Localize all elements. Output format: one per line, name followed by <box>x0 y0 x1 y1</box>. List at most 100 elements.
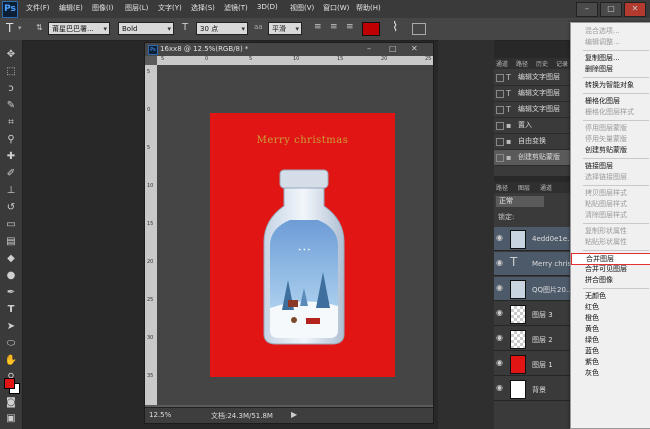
eraser-tool-icon[interactable]: ▭ <box>4 218 18 232</box>
context-menu-item[interactable]: 灰色 <box>571 368 650 379</box>
shape-tool-icon[interactable]: ⬭ <box>4 337 18 351</box>
history-checkbox-icon[interactable] <box>496 138 504 146</box>
visibility-eye-icon[interactable]: ◉ <box>496 233 503 242</box>
doc-maximize-icon[interactable]: □ <box>389 44 397 53</box>
context-menu-item[interactable]: 无颜色 <box>571 291 650 302</box>
context-menu-item[interactable]: 绿色 <box>571 335 650 346</box>
history-item[interactable]: ▪ 置入 <box>494 118 576 134</box>
document-tab[interactable]: Ps 16xx8 @ 12.5%(RGB/8) * – □ ✕ <box>145 43 433 56</box>
hand-tool-icon[interactable]: ✋ <box>4 354 18 368</box>
blur-tool-icon[interactable]: ◆ <box>4 252 18 266</box>
character-panel-icon[interactable] <box>412 23 426 35</box>
layers-tab-1[interactable]: 图层 <box>518 183 530 192</box>
menu-item-7[interactable]: 3D(D) <box>257 3 278 11</box>
menu-item-10[interactable]: 帮助(H) <box>356 3 381 13</box>
layers-tab-2[interactable]: 通道 <box>540 183 552 192</box>
history-item[interactable]: T 编辑文字图层 <box>494 70 576 86</box>
visibility-eye-icon[interactable]: ◉ <box>496 383 503 392</box>
visibility-eye-icon[interactable]: ◉ <box>496 283 503 292</box>
context-menu-item[interactable]: 复制图层... <box>571 53 650 64</box>
context-menu-item[interactable]: 红色 <box>571 302 650 313</box>
history-tab-0[interactable]: 通道 <box>496 59 508 68</box>
maximize-icon[interactable]: □ <box>600 2 622 17</box>
quick-mask-icon[interactable]: ◙ <box>4 396 18 410</box>
history-tab-3[interactable]: 记录 <box>556 59 568 68</box>
context-menu-item[interactable]: 蓝色 <box>571 346 650 357</box>
menu-item-0[interactable]: 文件(F) <box>26 3 50 13</box>
stamp-tool-icon[interactable]: ⊥ <box>4 184 18 198</box>
history-checkbox-icon[interactable] <box>496 74 504 82</box>
layer-row[interactable]: ◉ T Merry christ... <box>494 252 576 276</box>
warp-text-icon[interactable]: ⌇ <box>392 20 398 35</box>
history-checkbox-icon[interactable] <box>496 154 504 162</box>
gradient-tool-icon[interactable]: ▤ <box>4 235 18 249</box>
history-checkbox-icon[interactable] <box>496 122 504 130</box>
layer-row[interactable]: ◉ 4edd0e1e... <box>494 227 576 251</box>
menu-item-2[interactable]: 图像(I) <box>92 3 114 13</box>
minimize-icon[interactable]: – <box>576 2 598 17</box>
path-select-tool-icon[interactable]: ➤ <box>4 320 18 334</box>
menu-item-3[interactable]: 图层(L) <box>125 3 148 13</box>
visibility-eye-icon[interactable]: ◉ <box>496 308 503 317</box>
antialias-select[interactable]: 平滑 <box>268 22 302 36</box>
history-brush-icon[interactable]: ↺ <box>4 201 18 215</box>
doc-close-icon[interactable]: ✕ <box>411 44 418 53</box>
zoom-level[interactable]: 12.5% <box>149 411 171 419</box>
context-menu-item[interactable]: 黄色 <box>571 324 650 335</box>
blend-mode-select[interactable]: 正常 <box>496 196 544 207</box>
history-item[interactable]: T 编辑文字图层 <box>494 102 576 118</box>
canvas-area[interactable]: Merry christmas ✦ ✦ ✦ <box>157 65 433 405</box>
menu-item-1[interactable]: 编辑(E) <box>59 3 83 13</box>
font-style-select[interactable]: Bold <box>118 22 174 36</box>
quick-select-tool-icon[interactable]: ✎ <box>4 99 18 113</box>
context-menu-item[interactable]: 橙色 <box>571 313 650 324</box>
context-menu-item[interactable]: 链接图层 <box>571 161 650 172</box>
marquee-tool-icon[interactable]: ⬚ <box>4 65 18 79</box>
history-tab-2[interactable]: 历史 <box>536 59 548 68</box>
menu-item-5[interactable]: 选择(S) <box>191 3 215 13</box>
type-tool-icon[interactable]: T <box>6 21 13 35</box>
context-menu-item[interactable]: 拼合图像 <box>571 275 650 286</box>
context-menu-item[interactable]: 栅格化图层 <box>571 96 650 107</box>
text-orientation-icon[interactable]: ⇅ <box>36 23 43 32</box>
layer-row[interactable]: ◉ QQ图片20... <box>494 277 576 301</box>
menu-item-4[interactable]: 文字(Y) <box>158 3 182 13</box>
menu-item-8[interactable]: 视图(V) <box>290 3 314 13</box>
align-left-icon[interactable]: ≡ <box>314 22 322 32</box>
visibility-eye-icon[interactable]: ◉ <box>496 333 503 342</box>
layers-tab-0[interactable]: 路径 <box>496 183 508 192</box>
layer-row[interactable]: ◉ 图层 1 <box>494 352 576 376</box>
close-icon[interactable]: ✕ <box>624 2 646 17</box>
healing-tool-icon[interactable]: ✚ <box>4 150 18 164</box>
brush-tool-icon[interactable]: ✐ <box>4 167 18 181</box>
history-checkbox-icon[interactable] <box>496 106 504 114</box>
layer-row[interactable]: ◉ 背景 <box>494 377 576 401</box>
text-color-swatch[interactable] <box>362 22 380 36</box>
context-menu-item[interactable]: 删除图层 <box>571 64 650 75</box>
menu-item-6[interactable]: 滤镜(T) <box>224 3 248 13</box>
align-right-icon[interactable]: ≡ <box>346 22 354 32</box>
move-tool-icon[interactable]: ✥ <box>4 48 18 62</box>
context-menu-item[interactable]: 合并可见图层 <box>571 264 650 275</box>
layer-row[interactable]: ◉ 图层 2 <box>494 327 576 351</box>
context-menu-item[interactable]: 紫色 <box>571 357 650 368</box>
artboard[interactable]: Merry christmas ✦ ✦ ✦ <box>210 113 395 377</box>
align-center-icon[interactable]: ≡ <box>330 22 338 32</box>
context-menu-item[interactable]: 转换为智能对象 <box>571 80 650 91</box>
eyedropper-tool-icon[interactable]: ⚲ <box>4 133 18 147</box>
visibility-eye-icon[interactable]: ◉ <box>496 258 503 267</box>
font-size-select[interactable]: 30 点 <box>196 22 248 36</box>
history-item[interactable]: T 编辑文字图层 <box>494 86 576 102</box>
crop-tool-icon[interactable]: ⌗ <box>4 116 18 130</box>
context-menu-item[interactable]: 创建剪贴蒙版 <box>571 145 650 156</box>
lasso-tool-icon[interactable]: ↄ <box>4 82 18 96</box>
tool-preset-chevron-icon[interactable]: ▾ <box>18 24 22 32</box>
doc-minimize-icon[interactable]: – <box>367 44 371 53</box>
visibility-eye-icon[interactable]: ◉ <box>496 358 503 367</box>
foreground-color-swatch[interactable] <box>4 378 15 389</box>
history-checkbox-icon[interactable] <box>496 90 504 98</box>
pen-tool-icon[interactable]: ✒ <box>4 286 18 300</box>
history-item[interactable]: ▪ 自由变换 <box>494 134 576 150</box>
type-tool-icon[interactable]: T <box>4 303 18 317</box>
status-arrow-icon[interactable]: ▶ <box>291 410 297 419</box>
